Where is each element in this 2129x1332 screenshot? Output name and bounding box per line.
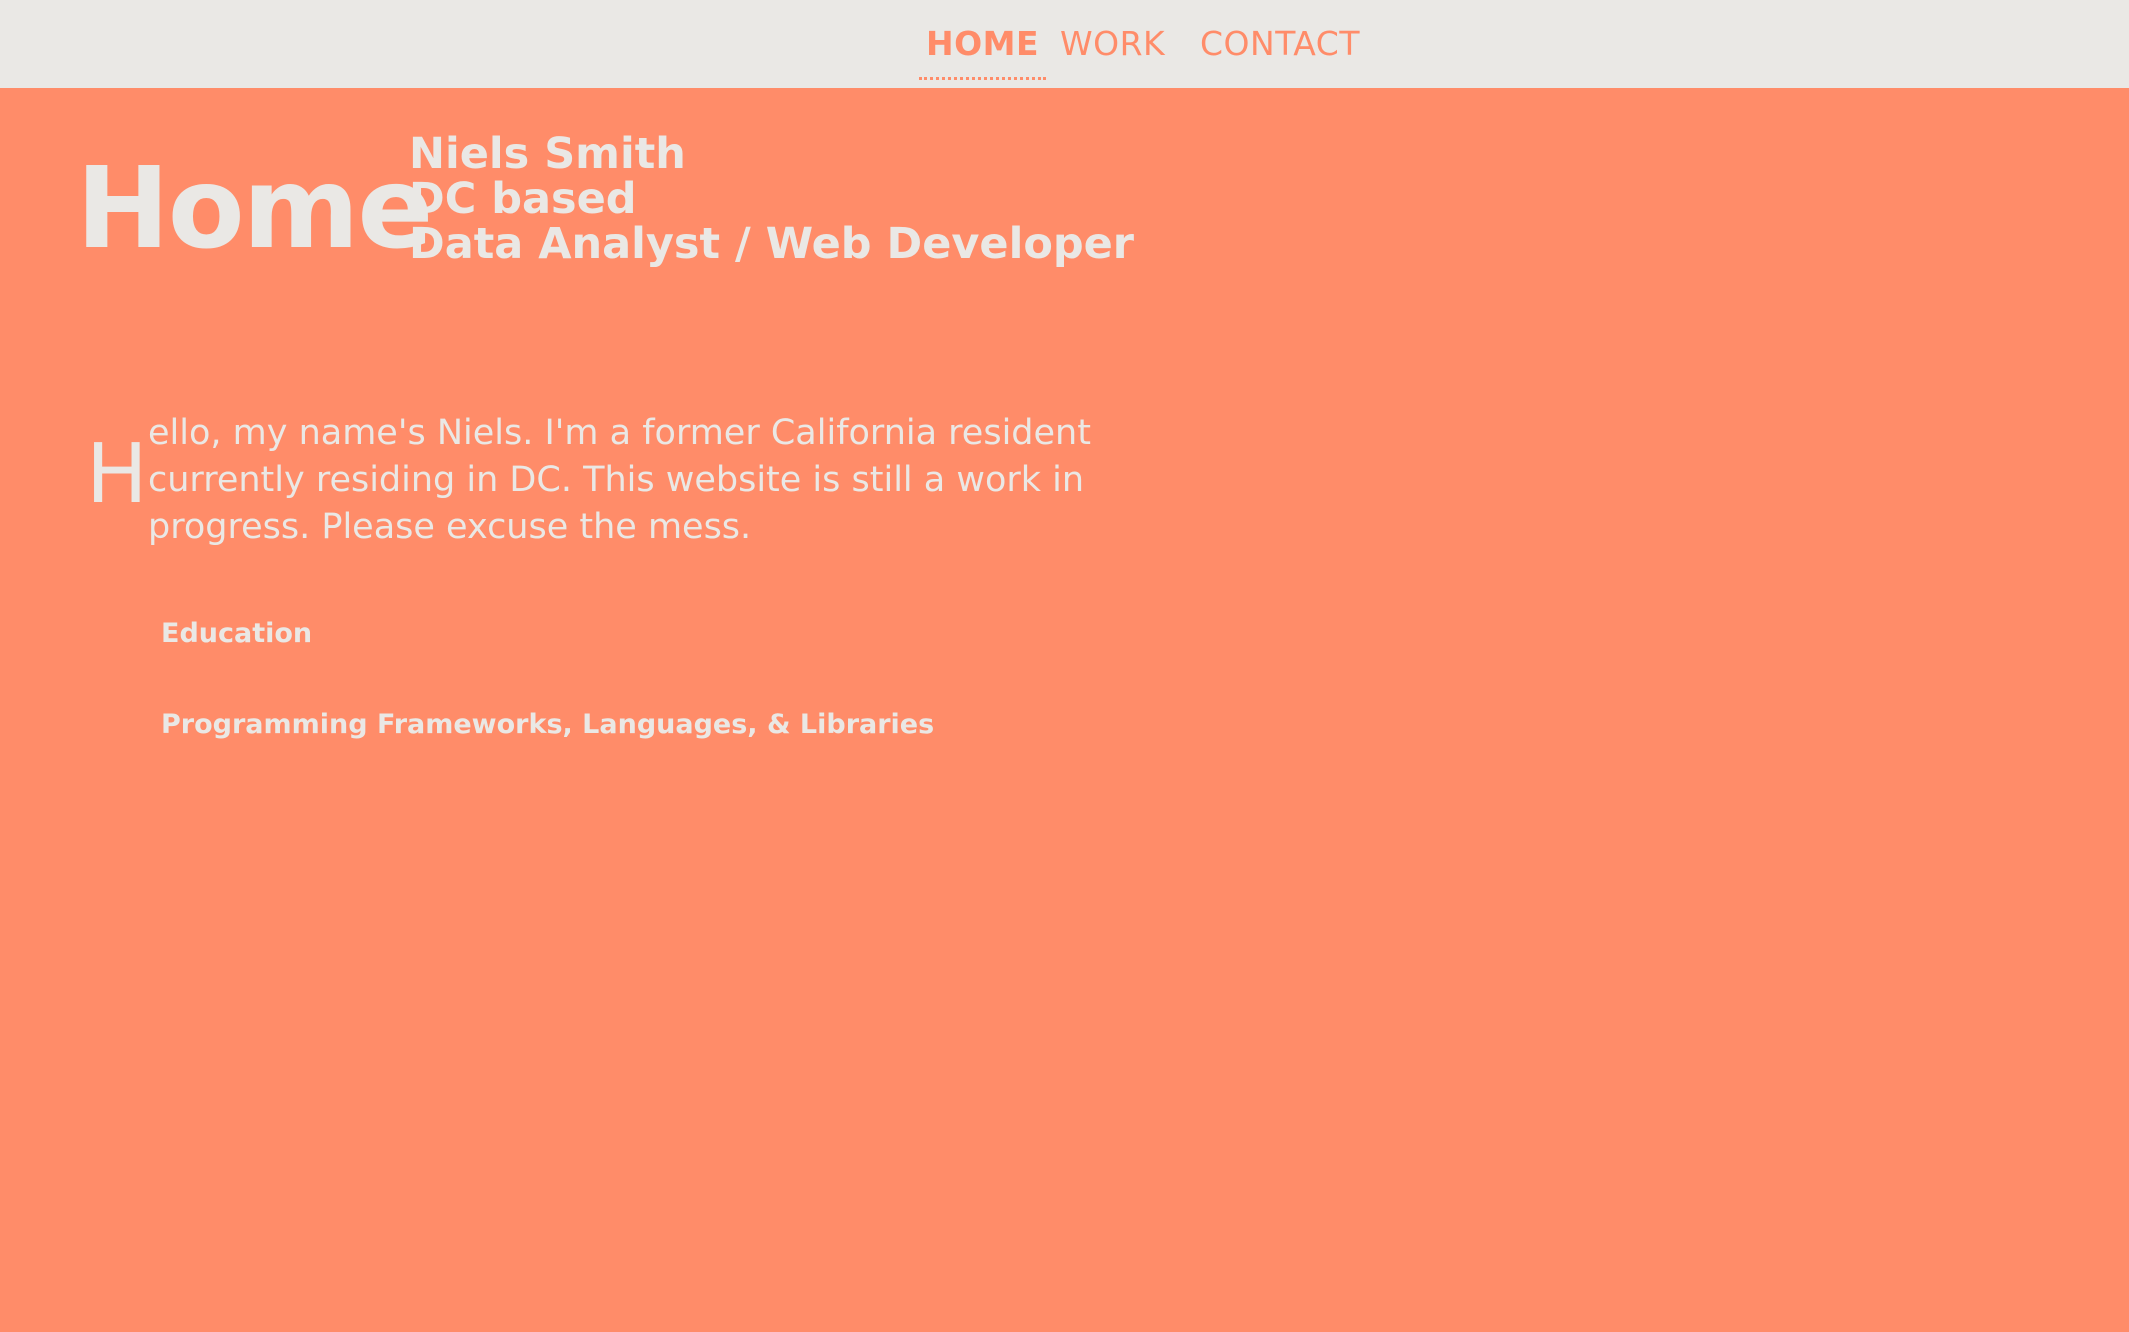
person-name: Niels Smith	[409, 129, 686, 179]
identity-block: Niels Smith DC based Data Analyst / Web …	[409, 132, 1134, 267]
education-heading[interactable]: Education	[161, 616, 312, 652]
intro-drop-cap: H	[86, 427, 148, 522]
intro-text: ello, my name's Niels. I'm a former Cali…	[148, 413, 1091, 547]
nav-contact-link[interactable]: CONTACT	[1200, 22, 1360, 66]
main-content: Home Niels Smith DC based Data Analyst /…	[0, 88, 2129, 1332]
page-title: Home	[76, 144, 433, 274]
top-navbar: HOME WORK CONTACT	[0, 0, 2129, 88]
nav-work-link[interactable]: WORK	[1060, 22, 1165, 66]
nav-home-link[interactable]: HOME	[918, 22, 1047, 80]
role-text: Data Analyst / Web Developer	[409, 219, 1135, 269]
programming-heading[interactable]: Programming Frameworks, Languages, & Lib…	[161, 707, 934, 743]
location-text: DC based	[409, 174, 637, 224]
